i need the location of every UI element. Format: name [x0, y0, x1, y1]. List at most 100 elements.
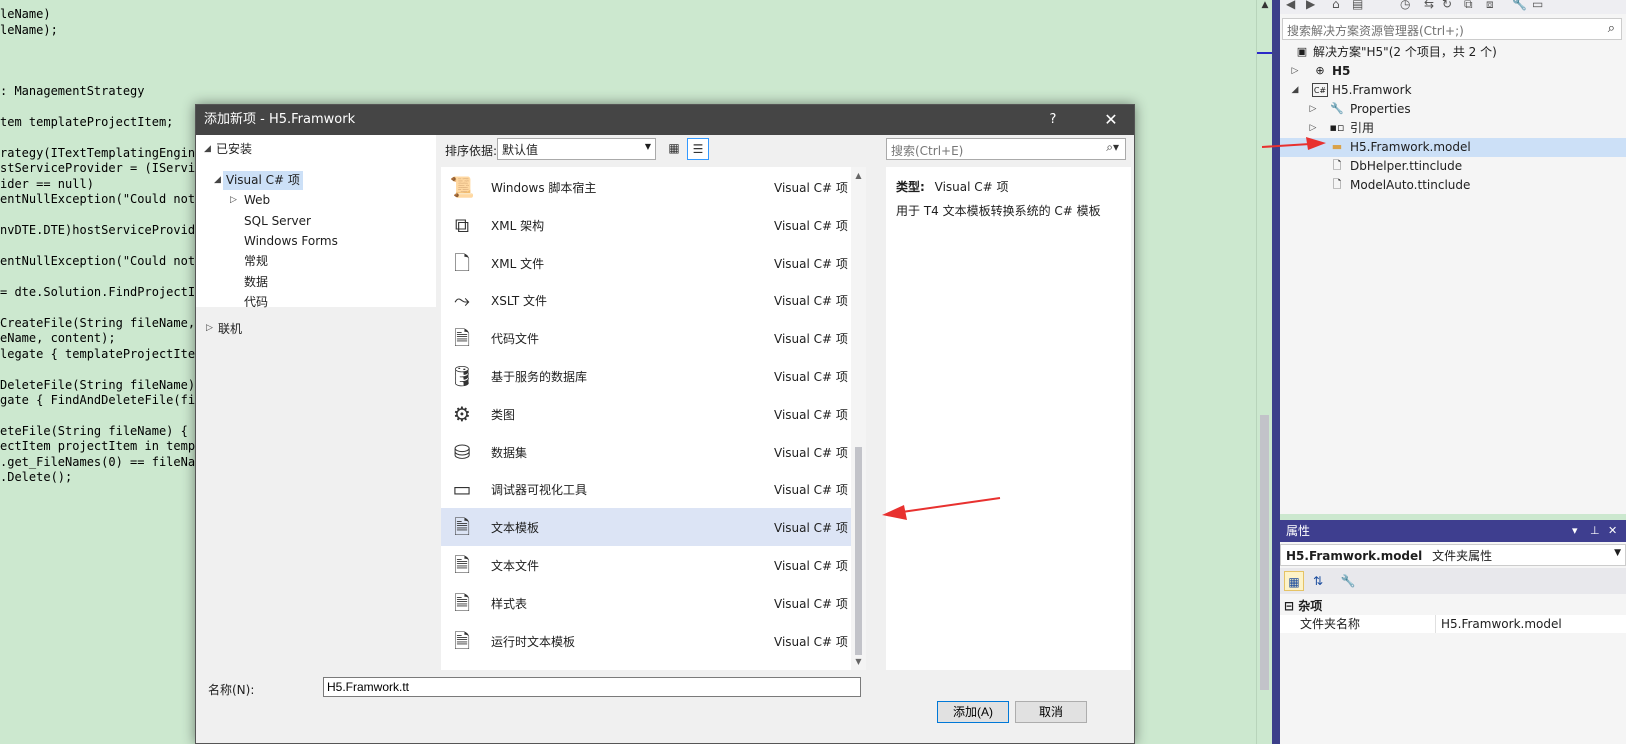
- tree-project-h5[interactable]: ▷ ⊕ H5: [1280, 62, 1626, 81]
- pin-icon[interactable]: ⊥: [1590, 520, 1600, 542]
- template-item[interactable]: ⧉ XML 架构 Visual C# 项: [441, 206, 851, 244]
- template-list-scroll-thumb[interactable]: [855, 447, 862, 655]
- expand-icon[interactable]: ▷: [1290, 62, 1300, 81]
- template-item[interactable]: ▭ 调试器可视化工具 Visual C# 项: [441, 470, 851, 508]
- add-button[interactable]: 添加(A): [937, 701, 1009, 723]
- code-line[interactable]: gate { FindAndDeleteFile(fil: [0, 392, 202, 408]
- code-line[interactable]: leName): [0, 6, 51, 22]
- tree-general[interactable]: 常规: [244, 252, 268, 271]
- home-icon[interactable]: ⌂: [1332, 0, 1340, 11]
- pending-changes-icon[interactable]: ◷: [1400, 0, 1410, 11]
- tree-project-framwork[interactable]: ◢ C# H5.Framwork: [1280, 81, 1626, 100]
- help-button[interactable]: ?: [1041, 105, 1065, 135]
- close-button[interactable]: ✕: [1096, 105, 1126, 135]
- expand-icon[interactable]: ▷: [230, 195, 237, 205]
- code-line[interactable]: rategy(ITextTemplatingEngine: [0, 145, 202, 161]
- code-line[interactable]: ectItem projectItem in templ: [0, 438, 202, 454]
- code-line[interactable]: eName, content);: [0, 330, 116, 346]
- tree-data[interactable]: 数据: [244, 273, 268, 292]
- categorized-icon[interactable]: ▦: [1284, 571, 1304, 591]
- tree-windows-forms[interactable]: Windows Forms: [244, 232, 338, 251]
- search-icon[interactable]: ⌕: [1608, 21, 1615, 36]
- properties-category[interactable]: ⊟ 杂项: [1280, 597, 1626, 615]
- code-line[interactable]: nvDTE.DTE)hostServiceProvide: [0, 222, 202, 238]
- close-icon[interactable]: ✕: [1608, 520, 1617, 542]
- template-item[interactable]: ⚙ 类图 Visual C# 项: [441, 395, 851, 433]
- dropdown-icon[interactable]: ▾: [1572, 520, 1578, 542]
- back-icon[interactable]: ◀: [1286, 0, 1295, 11]
- tree-modelauto[interactable]: 🗋 ModelAuto.ttinclude: [1280, 176, 1626, 195]
- code-line[interactable]: legate { templateProjectItem: [0, 346, 202, 362]
- collapse-icon[interactable]: ◢: [214, 175, 221, 185]
- template-list-scrollbar[interactable]: ▲ ▼: [851, 167, 866, 670]
- code-line[interactable]: entNullException("Could not: [0, 253, 195, 269]
- properties-wrench-icon[interactable]: 🔧: [1512, 0, 1527, 11]
- tree-solution[interactable]: ▣ 解决方案"H5"(2 个项目，共 2 个): [1280, 43, 1626, 62]
- editor-scrollbar[interactable]: ▲: [1256, 0, 1273, 744]
- collapse-icon[interactable]: ◢: [204, 144, 211, 154]
- tree-web[interactable]: Web: [244, 191, 270, 210]
- tree-visual-csharp[interactable]: Visual C# 项: [223, 171, 303, 190]
- search-icon[interactable]: ⌕▾: [1106, 140, 1119, 155]
- code-line[interactable]: = dte.Solution.FindProjectI: [0, 284, 195, 300]
- code-line[interactable]: eteFile(String fileName) {: [0, 423, 188, 439]
- alphabetical-icon[interactable]: ⇅: [1308, 571, 1328, 591]
- sync-icon[interactable]: ⇆: [1424, 0, 1434, 11]
- template-item[interactable]: 🛢 基于服务的数据库 Visual C# 项: [441, 357, 851, 395]
- tree-references[interactable]: ▷ ▪▫ 引用: [1280, 119, 1626, 138]
- code-line[interactable]: tem templateProjectItem;: [0, 114, 173, 130]
- code-line[interactable]: DeleteFile(String fileName): [0, 377, 195, 393]
- scroll-up-icon[interactable]: ▲: [851, 171, 866, 180]
- solution-explorer: ◀ ▶ ⌂ ▤ ◷ ⇆ ↻ ⧉ ⧈ 🔧 ▭ 搜索解决方案资源管理器(Ctrl+;…: [1280, 0, 1626, 514]
- tree-dbhelper[interactable]: 🗋 DbHelper.ttinclude: [1280, 157, 1626, 176]
- tree-code[interactable]: 代码: [244, 293, 268, 312]
- template-item[interactable]: 🗎 运行时文本模板 Visual C# 项: [441, 622, 851, 660]
- expand-icon[interactable]: ▷: [206, 323, 213, 333]
- switch-views-icon[interactable]: ▤: [1352, 0, 1363, 11]
- property-pages-icon[interactable]: 🔧: [1338, 571, 1358, 591]
- tree-properties[interactable]: ▷ 🔧 Properties: [1280, 100, 1626, 119]
- code-line[interactable]: entNullException("Could not: [0, 191, 195, 207]
- template-item[interactable]: ⛁ 数据集 Visual C# 项: [441, 433, 851, 471]
- code-line[interactable]: leName);: [0, 22, 58, 38]
- property-row[interactable]: 文件夹名称 H5.Framwork.model: [1280, 615, 1626, 633]
- template-search-input[interactable]: 搜索(Ctrl+E) ⌕▾: [886, 138, 1126, 160]
- collapse-category-icon[interactable]: ⊟: [1284, 599, 1294, 613]
- scroll-down-icon[interactable]: ▼: [851, 657, 866, 666]
- preview-icon[interactable]: ▭: [1532, 0, 1543, 11]
- editor-scroll-thumb[interactable]: [1260, 415, 1269, 690]
- expand-icon[interactable]: ▷: [1308, 100, 1318, 119]
- collapse-all-icon[interactable]: ⧉: [1464, 0, 1473, 12]
- tree-model-folder[interactable]: ▬ H5.Framwork.model: [1280, 138, 1626, 157]
- template-item[interactable]: 🗎 样式表 Visual C# 项: [441, 584, 851, 622]
- code-line[interactable]: .get_FileNames(0) == fileNam: [0, 454, 202, 470]
- scroll-up-icon[interactable]: ▲: [1257, 0, 1273, 12]
- grid-view-icon[interactable]: ▦: [663, 138, 685, 160]
- installed-node[interactable]: 已安装: [216, 140, 252, 159]
- refresh-icon[interactable]: ↻: [1442, 0, 1452, 11]
- template-item[interactable]: 📜 Windows 脚本宿主 Visual C# 项: [441, 168, 851, 206]
- template-item[interactable]: 🗎 文本模板 Visual C# 项: [441, 508, 851, 547]
- solution-search-input[interactable]: 搜索解决方案资源管理器(Ctrl+;) ⌕: [1282, 18, 1622, 40]
- code-line[interactable]: : ManagementStrategy: [0, 83, 145, 99]
- template-item[interactable]: ⤳ XSLT 文件 Visual C# 项: [441, 281, 851, 319]
- template-item[interactable]: 🗎 代码文件 Visual C# 项: [441, 319, 851, 357]
- code-line[interactable]: stServiceProvider = (IServic: [0, 160, 202, 176]
- online-node[interactable]: 联机: [218, 320, 242, 337]
- cancel-button[interactable]: 取消: [1015, 701, 1087, 723]
- code-line[interactable]: .Delete();: [0, 469, 72, 485]
- list-view-icon[interactable]: ☰: [687, 138, 709, 160]
- code-line[interactable]: ider == null): [0, 176, 94, 192]
- template-item[interactable]: 🗎 文本文件 Visual C# 项: [441, 546, 851, 584]
- code-line[interactable]: CreateFile(String fileName,: [0, 315, 195, 331]
- chevron-down-icon[interactable]: ▼: [1614, 548, 1621, 558]
- collapse-icon[interactable]: ◢: [1290, 81, 1300, 100]
- template-item[interactable]: 🗋 XML 文件 Visual C# 项: [441, 244, 851, 282]
- property-value[interactable]: H5.Framwork.model: [1441, 615, 1562, 633]
- sort-dropdown[interactable]: 默认值 ▼: [497, 138, 656, 160]
- forward-icon[interactable]: ▶: [1306, 0, 1315, 11]
- name-input[interactable]: [323, 677, 861, 697]
- properties-object-selector[interactable]: H5.Framwork.model 文件夹属性 ▼: [1280, 544, 1626, 566]
- show-all-files-icon[interactable]: ⧈: [1486, 0, 1494, 12]
- tree-sql-server[interactable]: SQL Server: [244, 212, 311, 231]
